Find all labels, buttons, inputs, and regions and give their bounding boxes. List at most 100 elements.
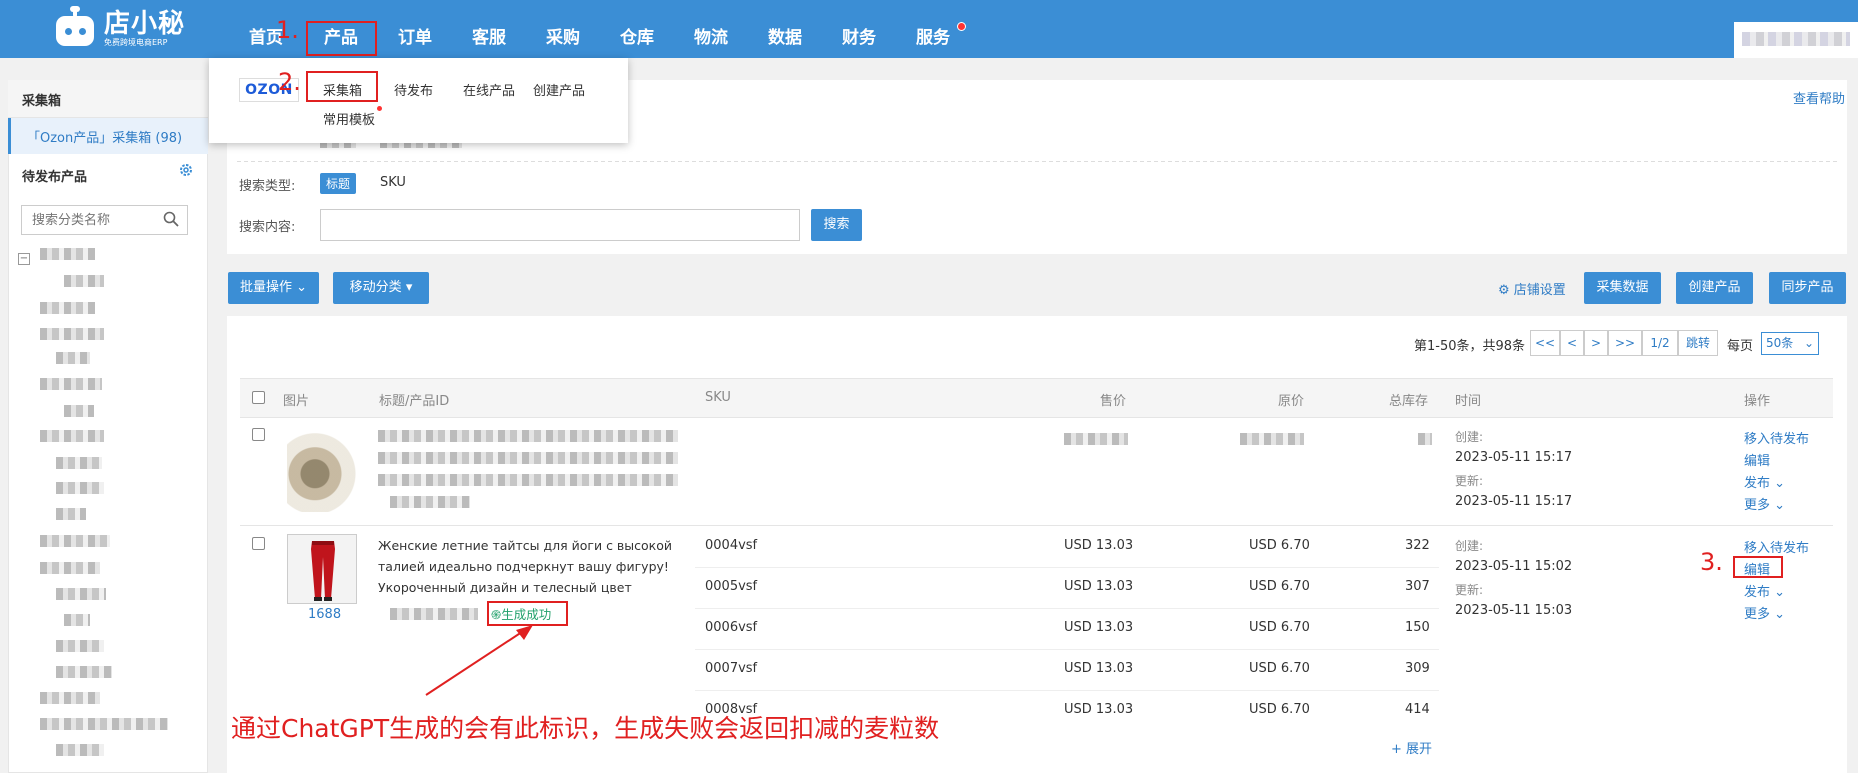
tree-node[interactable] — [56, 352, 90, 364]
pager-jump[interactable]: 跳转 — [1678, 330, 1718, 356]
tree-collapse-toggle[interactable]: − — [18, 253, 30, 265]
nav-services[interactable]: 服务 — [913, 0, 953, 58]
publish-dropdown[interactable]: 发布 ⌄ — [1744, 581, 1785, 600]
tree-node[interactable] — [40, 328, 104, 340]
caret-down-icon: ▾ — [405, 280, 413, 295]
nav-finance[interactable]: 财务 — [839, 0, 879, 58]
nav-purchase[interactable]: 采购 — [543, 0, 583, 58]
brand-name: 店小秘 — [104, 9, 186, 39]
created-label: 创建: — [1455, 539, 1484, 553]
nav-logistics[interactable]: 物流 — [691, 0, 731, 58]
pager-prev[interactable]: < — [1560, 330, 1584, 356]
blurred-title-line — [378, 452, 678, 464]
updated-label: 更新: — [1455, 474, 1484, 488]
gear-icon[interactable] — [178, 162, 194, 182]
tree-node[interactable] — [64, 275, 104, 287]
publish-label: 发布 — [1744, 476, 1771, 491]
sku-divider — [695, 608, 1439, 609]
brand-logo[interactable]: 店小秘 免费跨境电商ERP — [52, 6, 185, 52]
menu-item-pending-publish[interactable]: 待发布 — [394, 80, 433, 99]
more-label: 更多 — [1744, 607, 1771, 622]
row-checkbox[interactable] — [252, 537, 265, 550]
tree-node[interactable] — [56, 482, 104, 494]
pager-last[interactable]: >> — [1608, 330, 1642, 356]
blurred-product-id — [390, 496, 470, 508]
menu-item-templates[interactable]: 常用模板 — [323, 109, 375, 128]
row-checkbox[interactable] — [252, 428, 265, 441]
tree-node[interactable] — [56, 457, 102, 469]
tree-node[interactable] — [40, 562, 100, 574]
chevron-down-icon: ⌄ — [1774, 607, 1786, 622]
move-to-pending-link[interactable]: 移入待发布 — [1744, 428, 1809, 447]
per-page-label: 每页 — [1727, 339, 1754, 354]
menu-item-online-products[interactable]: 在线产品 — [463, 80, 515, 99]
table-header — [240, 378, 1833, 418]
nav-orders[interactable]: 订单 — [395, 0, 435, 58]
nav-purchase-label: 采购 — [546, 28, 580, 48]
shop-settings-link[interactable]: ⚙ 店铺设置 — [1498, 279, 1566, 298]
annotation-box-product — [306, 21, 377, 56]
tree-node[interactable] — [40, 535, 110, 547]
batch-actions-button[interactable]: 批量操作 ⌄ — [228, 272, 319, 304]
select-all-checkbox[interactable] — [252, 391, 265, 404]
pager-next[interactable]: > — [1584, 330, 1608, 356]
blurred-product-image[interactable] — [287, 427, 357, 512]
tree-node[interactable] — [40, 248, 95, 260]
nav-data[interactable]: 数据 — [765, 0, 805, 58]
nav-finance-label: 财务 — [842, 28, 876, 48]
row-divider — [240, 525, 1833, 526]
search-button[interactable]: 搜索 — [811, 209, 862, 241]
column-header-actions: 操作 — [1744, 394, 1771, 409]
more-dropdown[interactable]: 更多 ⌄ — [1744, 603, 1785, 622]
source-link-1688[interactable]: 1688 — [308, 607, 341, 622]
tree-node[interactable] — [56, 640, 104, 652]
tree-node[interactable] — [56, 744, 104, 756]
sku-original-price: USD 6.70 — [1249, 538, 1310, 553]
tree-node[interactable] — [40, 718, 168, 730]
sync-products-button[interactable]: 同步产品 — [1769, 272, 1846, 304]
tree-node[interactable] — [40, 430, 104, 442]
search-content-input[interactable] — [320, 209, 800, 241]
publish-dropdown[interactable]: 发布 ⌄ — [1744, 472, 1785, 491]
per-page-select[interactable]: 50条 ⌄ — [1761, 332, 1819, 355]
sku-stock: 322 — [1405, 538, 1430, 553]
product-title[interactable]: Женские летние тайтсы для йоги с высокой… — [378, 535, 678, 598]
move-category-button[interactable]: 移动分类 ▾ — [333, 272, 429, 304]
create-product-button[interactable]: 创建产品 — [1676, 272, 1753, 304]
more-dropdown[interactable]: 更多 ⌄ — [1744, 494, 1785, 513]
tree-node[interactable] — [40, 378, 102, 390]
pager-first[interactable]: << — [1530, 330, 1560, 356]
tree-node[interactable] — [56, 666, 112, 678]
collect-data-button[interactable]: 采集数据 — [1584, 272, 1661, 304]
tree-node[interactable] — [40, 692, 100, 704]
chevron-down-icon: ⌄ — [1774, 476, 1786, 491]
product-image[interactable] — [287, 534, 357, 604]
blurred-title-line — [378, 430, 678, 442]
sku-original-price: USD 6.70 — [1249, 661, 1310, 676]
chevron-down-icon: ⌄ — [1803, 336, 1814, 350]
menu-item-create-product[interactable]: 创建产品 — [533, 80, 585, 99]
edit-link[interactable]: 编辑 — [1744, 450, 1770, 469]
user-account-area[interactable] — [1734, 22, 1858, 58]
gear-icon: ⚙ — [1498, 283, 1510, 298]
move-category-label: 移动分类 — [349, 280, 402, 295]
updated-label: 更新: — [1455, 583, 1484, 597]
nav-warehouse[interactable]: 仓库 — [617, 0, 657, 58]
search-type-sku[interactable]: SKU — [380, 175, 406, 190]
publish-label: 发布 — [1744, 585, 1771, 600]
sidebar-item-ozon-collect-box[interactable]: 「Ozon产品」采集箱 (98) — [8, 118, 208, 154]
help-link[interactable]: 查看帮助 — [1793, 88, 1845, 107]
tree-node[interactable] — [40, 302, 95, 314]
sku-price: USD 13.03 — [1064, 579, 1134, 594]
tree-node[interactable] — [56, 588, 106, 600]
tree-node[interactable] — [64, 405, 94, 417]
move-to-pending-link[interactable]: 移入待发布 — [1744, 537, 1809, 556]
nav-customer-service[interactable]: 客服 — [469, 0, 509, 58]
search-icon[interactable] — [163, 211, 179, 227]
tree-node[interactable] — [56, 508, 86, 520]
category-search-input[interactable] — [22, 206, 152, 234]
search-type-title[interactable]: 标题 — [320, 173, 357, 194]
tree-node[interactable] — [64, 614, 90, 626]
pager-page-indicator[interactable]: 1/2 — [1642, 330, 1678, 356]
expand-skus-link[interactable]: + 展开 — [1391, 738, 1432, 757]
